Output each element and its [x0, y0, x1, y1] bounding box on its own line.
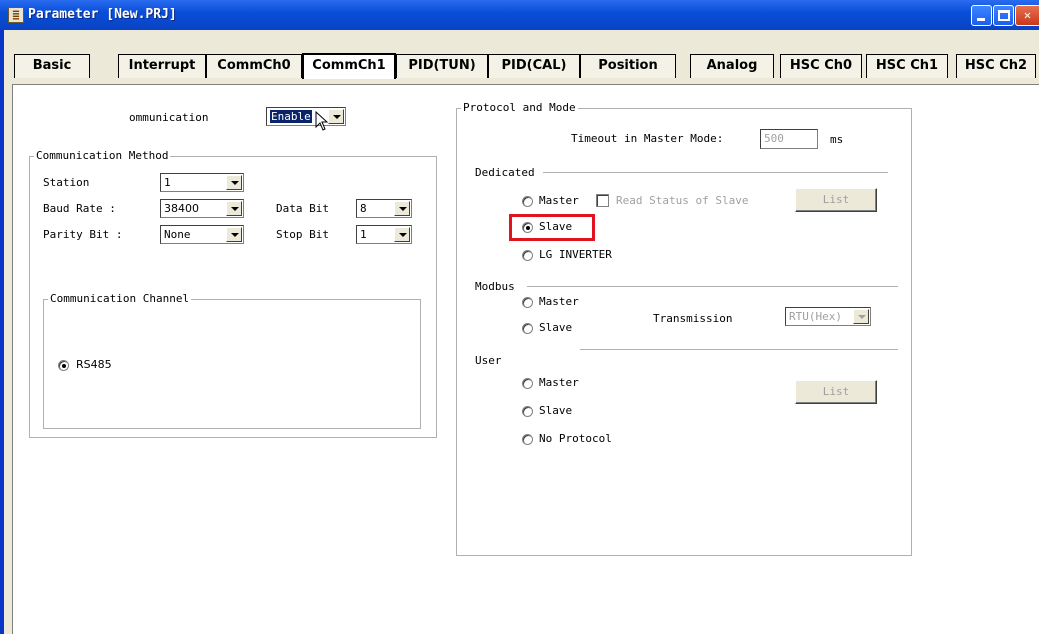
chevron-down-icon[interactable] [226, 201, 242, 216]
lg-inverter-radio[interactable] [522, 250, 533, 261]
user-slave-radio[interactable] [522, 406, 533, 417]
dedicated-divider [543, 172, 888, 173]
station-label: Station [43, 176, 90, 189]
chevron-down-icon[interactable] [853, 309, 869, 324]
tab-hsc-ch2[interactable]: HSC Ch2 [956, 54, 1036, 78]
stop-bit-label: Stop Bit [276, 228, 329, 241]
data-bit-label: Data Bit [276, 202, 329, 215]
tab-panel-commch1: ommunication Enable Communication Method… [12, 84, 1039, 634]
timeout-input[interactable]: 500 [760, 129, 818, 149]
stop-bit-value: 1 [360, 228, 367, 241]
minimize-button[interactable] [971, 5, 992, 26]
communication-method-group: Communication Method Station 1 Baud Rate… [29, 149, 437, 438]
mouse-cursor-icon [315, 110, 331, 131]
tab-commch1[interactable]: CommCh1 [302, 53, 396, 79]
user-master-label: Master [539, 376, 579, 389]
transmission-value: RTU(Hex) [789, 310, 842, 323]
data-bit-value: 8 [360, 202, 367, 215]
tab-hsc-ch1[interactable]: HSC Ch1 [866, 54, 948, 78]
close-button[interactable]: ✕ [1015, 5, 1039, 26]
modbus-divider [527, 286, 898, 287]
no-protocol-radio[interactable] [522, 434, 533, 445]
tab-interrupt[interactable]: Interrupt [118, 54, 206, 78]
maximize-button[interactable] [993, 5, 1014, 26]
tab-pid-tun[interactable]: PID(TUN) [396, 54, 488, 78]
communication-label: ommunication [129, 111, 209, 124]
modbus-slave-label: Slave [539, 321, 573, 334]
communication-value: Enable [270, 110, 312, 123]
chevron-down-icon[interactable] [394, 227, 410, 242]
read-status-label: Read Status of Slave [616, 194, 749, 207]
timeout-unit: ms [830, 133, 844, 146]
title-bar[interactable]: ≣ Parameter [New.PRJ] ✕ [0, 0, 1039, 30]
baud-rate-label: Baud Rate : [43, 202, 116, 215]
tab-pid-cal[interactable]: PID(CAL) [488, 54, 580, 78]
modbus-label: Modbus [475, 280, 515, 293]
dedicated-master-radio[interactable] [522, 196, 533, 207]
parity-bit-value: None [164, 228, 191, 241]
no-protocol-label: No Protocol [539, 432, 612, 445]
window-title: Parameter [New.PRJ] [28, 7, 177, 22]
parity-bit-select[interactable]: None [160, 225, 244, 244]
tab-analog[interactable]: Analog [690, 54, 774, 78]
user-label: User [475, 354, 502, 367]
protocol-mode-legend: Protocol and Mode [461, 101, 578, 114]
communication-channel-legend: Communication Channel [48, 292, 192, 305]
stop-bit-select[interactable]: 1 [356, 225, 412, 244]
communication-select[interactable]: Enable [266, 107, 346, 126]
parity-bit-label: Parity Bit : [43, 228, 123, 241]
user-divider [580, 349, 898, 350]
app-icon: ≣ [8, 7, 24, 23]
read-status-checkbox[interactable] [596, 194, 609, 207]
tab-commch0[interactable]: CommCh0 [206, 54, 302, 78]
maximize-icon [998, 10, 1010, 21]
chevron-down-icon[interactable] [394, 201, 410, 216]
baud-rate-value: 38400 [164, 202, 199, 215]
rs485-radio[interactable] [58, 360, 69, 371]
parameter-window: ≣ Parameter [New.PRJ] ✕ Basic Interrupt … [0, 0, 1039, 634]
user-slave-label: Slave [539, 404, 573, 417]
communication-channel-group: Communication Channel RS485 [43, 292, 421, 429]
data-bit-select[interactable]: 8 [356, 199, 412, 218]
transmission-select[interactable]: RTU(Hex) [785, 307, 871, 326]
modbus-master-radio[interactable] [522, 297, 533, 308]
lg-inverter-label: LG INVERTER [539, 248, 612, 261]
modbus-master-label: Master [539, 295, 579, 308]
station-select[interactable]: 1 [160, 173, 244, 192]
close-icon: ✕ [1023, 8, 1032, 22]
tab-hsc-ch0[interactable]: HSC Ch0 [780, 54, 862, 78]
chevron-down-icon[interactable] [226, 227, 242, 242]
user-list-button[interactable]: List [795, 380, 877, 404]
tab-position[interactable]: Position [580, 54, 676, 78]
dialog-client: Basic Interrupt CommCh0 CommCh1 PID(TUN)… [4, 30, 1039, 634]
dedicated-slave-label: Slave [539, 220, 573, 233]
minimize-icon [977, 18, 985, 21]
transmission-label: Transmission [653, 312, 733, 325]
baud-rate-select[interactable]: 38400 [160, 199, 244, 218]
dedicated-label: Dedicated [475, 166, 535, 179]
protocol-mode-group: Protocol and Mode Timeout in Master Mode… [456, 101, 912, 556]
dedicated-slave-radio[interactable] [522, 222, 533, 233]
timeout-label: Timeout in Master Mode: [571, 132, 724, 145]
modbus-slave-radio[interactable] [522, 323, 533, 334]
dedicated-list-button[interactable]: List [795, 188, 877, 212]
station-value: 1 [164, 176, 171, 189]
chevron-down-icon[interactable] [226, 175, 242, 190]
user-master-radio[interactable] [522, 378, 533, 389]
timeout-value: 500 [764, 132, 784, 145]
tab-basic[interactable]: Basic [14, 54, 90, 78]
rs485-label: RS485 [76, 358, 112, 371]
dedicated-master-label: Master [539, 194, 579, 207]
communication-method-legend: Communication Method [34, 149, 171, 162]
